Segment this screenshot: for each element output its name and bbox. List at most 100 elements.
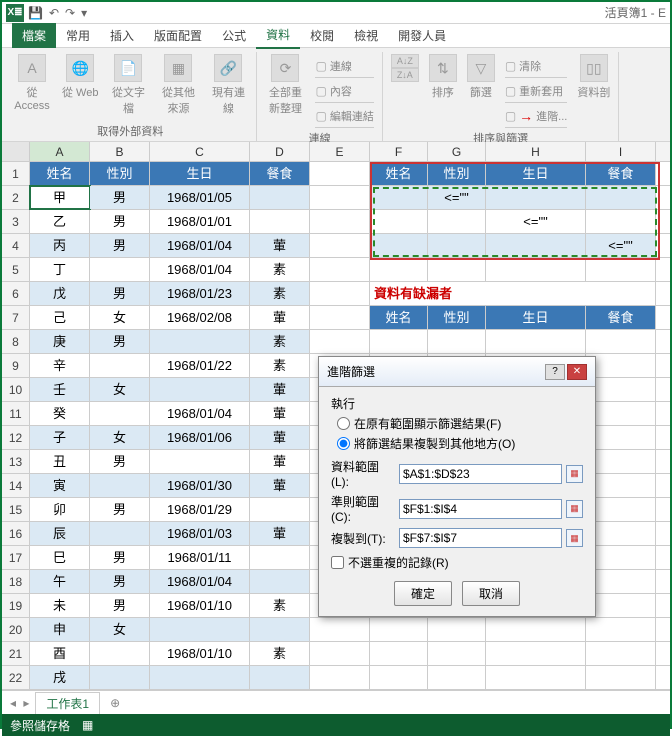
tab-review[interactable]: 校閱	[300, 23, 344, 48]
cell-birthday[interactable]	[150, 330, 250, 353]
copy-to-input[interactable]	[399, 528, 562, 548]
row-header[interactable]: 18	[2, 570, 30, 593]
cell[interactable]	[486, 642, 586, 665]
cell[interactable]	[486, 618, 586, 641]
tab-nav[interactable]: ◂ ▸	[10, 696, 31, 710]
cell-name[interactable]: 寅	[30, 474, 90, 497]
cell-meal[interactable]	[250, 570, 310, 593]
cell[interactable]	[310, 186, 370, 209]
cell[interactable]	[310, 258, 370, 281]
sheet-tab[interactable]: 工作表1	[35, 692, 100, 714]
cell[interactable]	[370, 666, 428, 689]
col-header-I[interactable]: I	[586, 142, 656, 161]
cell[interactable]	[586, 186, 656, 209]
radio-copy-to[interactable]: 將篩選結果複製到其他地方(O)	[337, 435, 583, 452]
tab-layout[interactable]: 版面配置	[144, 23, 212, 48]
cell-gender[interactable]: 男	[90, 186, 150, 209]
cell-birthday[interactable]: 1968/02/08	[150, 306, 250, 329]
cell-gender[interactable]	[90, 354, 150, 377]
cell-birthday[interactable]: 1968/01/11	[150, 546, 250, 569]
header-cell[interactable]: 餐食	[586, 306, 656, 329]
criteria-cell[interactable]: <=""	[586, 234, 656, 257]
cell-birthday[interactable]	[150, 666, 250, 689]
dialog-titlebar[interactable]: 進階篩選 ? ✕	[319, 357, 595, 387]
cell-gender[interactable]	[90, 258, 150, 281]
cancel-button[interactable]: 取消	[462, 581, 520, 606]
cell-meal[interactable]	[250, 498, 310, 521]
cell[interactable]	[586, 378, 656, 401]
cell-gender[interactable]: 男	[90, 210, 150, 233]
row-header[interactable]: 2	[2, 186, 30, 209]
cell[interactable]	[586, 594, 656, 617]
cell[interactable]	[586, 642, 656, 665]
cell-meal[interactable]: 素	[250, 354, 310, 377]
tab-formula[interactable]: 公式	[212, 23, 256, 48]
select-all-corner[interactable]	[2, 142, 30, 161]
col-header-F[interactable]: F	[370, 142, 428, 161]
cell-meal[interactable]: 素	[250, 258, 310, 281]
cell-birthday[interactable]	[150, 450, 250, 473]
row-header[interactable]: 8	[2, 330, 30, 353]
cell-gender[interactable]: 男	[90, 570, 150, 593]
row-header[interactable]: 5	[2, 258, 30, 281]
cell-name[interactable]: 辛	[30, 354, 90, 377]
row-header[interactable]: 7	[2, 306, 30, 329]
cell-birthday[interactable]: 1968/01/10	[150, 642, 250, 665]
cell-meal[interactable]: 葷	[250, 426, 310, 449]
cell-name[interactable]: 丙	[30, 234, 90, 257]
cell-birthday[interactable]: 1968/01/22	[150, 354, 250, 377]
sort-az-button[interactable]: A↓ZZ↓A	[387, 52, 423, 86]
sort-button[interactable]: ⇅排序	[425, 52, 461, 102]
row-header[interactable]: 17	[2, 546, 30, 569]
col-header-C[interactable]: C	[150, 142, 250, 161]
cell-name[interactable]: 戌	[30, 666, 90, 689]
cell[interactable]	[486, 330, 586, 353]
save-icon[interactable]: 💾	[28, 6, 43, 20]
tab-data[interactable]: 資料	[256, 22, 300, 49]
cell[interactable]	[486, 186, 586, 209]
cell-gender[interactable]	[90, 474, 150, 497]
header-cell[interactable]: 餐食	[250, 162, 310, 185]
cell[interactable]	[370, 618, 428, 641]
header-cell[interactable]: 姓名	[30, 162, 90, 185]
cell[interactable]	[310, 210, 370, 233]
radio-filter-inplace[interactable]: 在原有範圍顯示篩選結果(F)	[337, 415, 583, 432]
col-header-H[interactable]: H	[486, 142, 586, 161]
refresh-all-button[interactable]: ⟳全部重新整理	[261, 52, 309, 118]
cell-birthday[interactable]: 1968/01/04	[150, 258, 250, 281]
row-header[interactable]: 6	[2, 282, 30, 305]
header-cell[interactable]: 餐食	[586, 162, 656, 185]
cell[interactable]	[310, 666, 370, 689]
header-cell[interactable]: 生日	[150, 162, 250, 185]
cell[interactable]	[310, 642, 370, 665]
cell-meal[interactable]: 葷	[250, 522, 310, 545]
row-header[interactable]: 21	[2, 642, 30, 665]
reapply-button[interactable]: 重新套用	[505, 79, 568, 103]
from-other-button[interactable]: ▦從其他來源	[154, 52, 202, 118]
cell-name[interactable]: 未	[30, 594, 90, 617]
row-header[interactable]: 19	[2, 594, 30, 617]
cell-birthday[interactable]: 1968/01/06	[150, 426, 250, 449]
cell-name[interactable]: 庚	[30, 330, 90, 353]
cell[interactable]	[586, 258, 656, 281]
cell-meal[interactable]: 葷	[250, 378, 310, 401]
cell[interactable]	[428, 234, 486, 257]
cell-name[interactable]: 乙	[30, 210, 90, 233]
cell-name[interactable]: 戊	[30, 282, 90, 305]
range-picker-icon[interactable]: ▦	[566, 465, 583, 483]
cell-name[interactable]: 酉	[30, 642, 90, 665]
cell[interactable]	[370, 258, 428, 281]
cell-name[interactable]: 午	[30, 570, 90, 593]
cell-name[interactable]: 甲	[30, 186, 90, 209]
cell[interactable]	[428, 666, 486, 689]
cell-gender[interactable]: 女	[90, 618, 150, 641]
cell[interactable]	[310, 162, 370, 185]
cell[interactable]	[428, 258, 486, 281]
cell-gender[interactable]	[90, 642, 150, 665]
tab-insert[interactable]: 插入	[100, 23, 144, 48]
row-header[interactable]: 14	[2, 474, 30, 497]
cell[interactable]	[586, 354, 656, 377]
criteria-range-input[interactable]	[399, 499, 562, 519]
unique-records-checkbox[interactable]: 不選重複的記錄(R)	[331, 554, 583, 571]
cell[interactable]	[586, 666, 656, 689]
